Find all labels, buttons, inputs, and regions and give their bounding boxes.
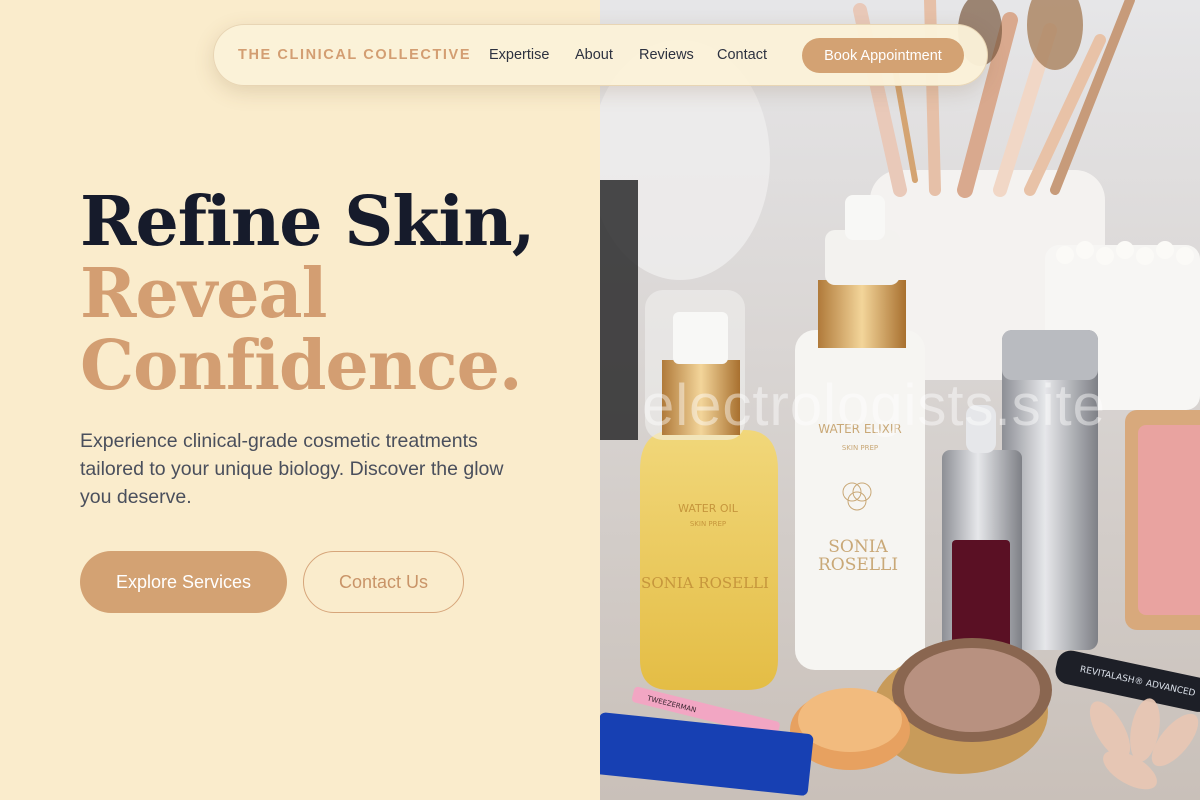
hero-headline: Refine Skin, Reveal Confidence. — [80, 186, 580, 402]
nav-link-about[interactable]: About — [575, 47, 613, 63]
oil-label-sub: SKIN PREP — [690, 520, 726, 528]
brand-logo[interactable]: THE CLINICAL COLLECTIVE — [238, 47, 471, 63]
top-navigation: THE CLINICAL COLLECTIVE Expertise About … — [213, 24, 988, 86]
contact-us-button[interactable]: Contact Us — [303, 551, 464, 613]
elixir-brand-2: ROSELLI — [818, 555, 898, 575]
hero-subcopy: Experience clinical-grade cosmetic treat… — [80, 430, 504, 508]
photo-watermark: electrologists.site — [642, 373, 1106, 438]
elixir-label-sub: SKIN PREP — [842, 444, 878, 452]
headline-line-1: Refine Skin, — [80, 182, 535, 262]
oil-label-top: WATER OIL — [678, 502, 739, 515]
headline-line-3: Confidence. — [80, 326, 523, 406]
oil-label-brand: SONIA ROSELLI — [641, 574, 769, 592]
book-appointment-button[interactable]: Book Appointment — [802, 38, 964, 73]
elixir-brand-1: SONIA — [828, 537, 888, 557]
headline-line-2: Reveal — [80, 254, 327, 334]
hero-product-photo: WATER ELIXIR SKIN PREP SONIA ROSELLI WAT… — [600, 0, 1200, 800]
nav-link-expertise[interactable]: Expertise — [489, 47, 549, 63]
explore-services-button[interactable]: Explore Services — [80, 551, 287, 613]
nav-link-reviews[interactable]: Reviews — [639, 47, 694, 63]
hero-section: Refine Skin, Reveal Confidence. Experien… — [0, 0, 600, 800]
nav-link-contact[interactable]: Contact — [717, 47, 767, 63]
